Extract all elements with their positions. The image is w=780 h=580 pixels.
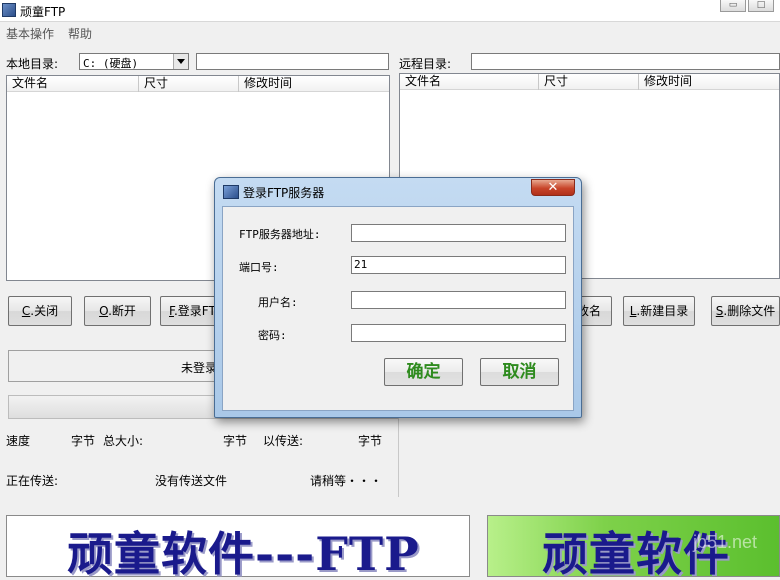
port-label: 端口号: [239, 261, 279, 274]
banner-right: 顽童软件 jb51.net [487, 515, 780, 577]
close-button-label: .关闭 [30, 304, 59, 318]
local-col-filename[interactable]: 文件名 [7, 76, 139, 92]
app-icon [2, 3, 16, 17]
title-bar: 顽童FTP ▭ □ [0, 0, 780, 22]
wait-text: 请稍等・・・ [310, 474, 383, 488]
speed-label: 速度 [6, 434, 31, 448]
banner-left-text: 顽童软件---FTP [67, 527, 420, 580]
local-list-header: 文件名 尺寸 修改时间 [7, 76, 389, 92]
banner-left: 顽童软件---FTP [6, 515, 470, 580]
remote-path-input[interactable] [471, 53, 780, 70]
disconnect-button-key: O [99, 304, 109, 318]
window-title: 顽童FTP [20, 5, 66, 19]
transferring-label: 正在传送: [6, 474, 59, 488]
new-dir-button[interactable]: L.新建目录 [623, 296, 695, 326]
menu-bar: 基本操作 帮助 [0, 22, 780, 42]
window-controls: ▭ □ [720, 0, 774, 12]
menu-basic-ops[interactable]: 基本操作 [6, 25, 54, 42]
local-col-modified[interactable]: 修改时间 [239, 76, 389, 92]
delete-file-button[interactable]: S.删除文件 [711, 296, 780, 326]
remote-col-modified[interactable]: 修改时间 [639, 74, 779, 90]
dialog-body: FTP服务器地址: 端口号: 21 用户名: 密码: 确定 取消 [222, 206, 574, 411]
drive-select[interactable]: C: (硬盘) [79, 53, 189, 70]
local-path-input[interactable] [196, 53, 389, 70]
cancel-button[interactable]: 取消 [480, 358, 559, 386]
username-label: 用户名: [258, 296, 298, 309]
close-button[interactable]: C.关闭 [8, 296, 72, 326]
disconnect-button-label: .断开 [108, 304, 136, 318]
remote-col-filename[interactable]: 文件名 [400, 74, 539, 90]
login-dialog: 登录FTP服务器 ✕ FTP服务器地址: 端口号: 21 用户名: 密码: 确定… [214, 177, 582, 418]
maximize-button[interactable]: □ [748, 0, 774, 12]
server-address-input[interactable] [351, 224, 566, 242]
sent-label: 以传送: [263, 434, 304, 448]
remote-dir-label: 远程目录: [399, 57, 452, 71]
local-col-size[interactable]: 尺寸 [139, 76, 239, 92]
drive-select-value: C: (硬盘) [83, 57, 139, 70]
chevron-down-icon[interactable] [173, 54, 188, 69]
menu-help[interactable]: 帮助 [68, 25, 92, 42]
local-dir-label: 本地目录: [6, 57, 59, 71]
username-input[interactable] [351, 291, 566, 309]
remote-list-header: 文件名 尺寸 修改时间 [400, 74, 779, 90]
password-label: 密码: [258, 329, 287, 342]
speed-unit: 字节 [71, 434, 96, 448]
watermark: jb51.net [692, 532, 757, 552]
sent-unit: 字节 [358, 434, 383, 448]
remote-col-size[interactable]: 尺寸 [539, 74, 639, 90]
server-address-label: FTP服务器地址: [239, 228, 321, 241]
login-status-text: 未登录 [181, 361, 218, 375]
total-size-label: 总大小: [103, 434, 144, 448]
transferring-file: 没有传送文件 [155, 474, 228, 488]
delete-file-button-label: .删除文件 [723, 304, 776, 318]
total-size-unit: 字节 [223, 434, 248, 448]
ok-button[interactable]: 确定 [384, 358, 463, 386]
dialog-app-icon [223, 185, 239, 199]
dialog-close-button[interactable]: ✕ [531, 179, 575, 196]
new-dir-button-label: .新建目录 [636, 304, 689, 318]
minimize-button[interactable]: ▭ [720, 0, 746, 12]
dialog-title: 登录FTP服务器 [243, 186, 325, 200]
port-input[interactable]: 21 [351, 256, 566, 274]
disconnect-button[interactable]: O.断开 [84, 296, 151, 326]
password-input[interactable] [351, 324, 566, 342]
